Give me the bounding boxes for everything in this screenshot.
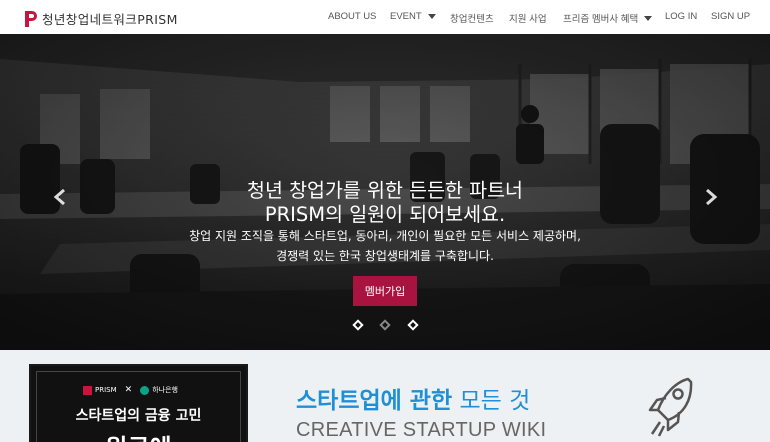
wiki-heading: 스타트업에 관한 모든 것	[296, 381, 530, 415]
nav-label: LOG IN	[665, 11, 698, 22]
wiki-heading-rest: 모든 것	[452, 388, 531, 414]
nav-support[interactable]: 지원 사업	[509, 11, 547, 25]
wiki-heading-highlight: 스타트업에 관한	[296, 388, 453, 414]
nav-login[interactable]: LOG IN	[665, 11, 697, 22]
prism-logo-icon	[25, 10, 37, 27]
partner-logo-prism: PRISM	[95, 386, 117, 394]
rocket-icon	[648, 377, 693, 437]
hana-bank-logo-icon	[140, 385, 150, 395]
hero-slider: 청년 창업가를 위한 든든한 파트너 PRISM의 일원이 되어보세요. 창업 …	[0, 34, 770, 350]
member-signup-button[interactable]: 멤버가입	[353, 276, 417, 306]
nav-startup-content[interactable]: 창업컨텐츠	[450, 11, 494, 25]
partner-logo-hana: 하나은행	[152, 386, 178, 394]
prism-logo-icon	[83, 385, 92, 395]
hero-title-line2: PRISM의 일원이 되어보세요.	[264, 203, 506, 226]
site-logo[interactable]: 청년창업네트워크PRISM	[25, 9, 178, 28]
partner-logos: PRISM ✕ 하나은행	[83, 385, 178, 395]
hero-description-line1: 창업 지원 조직을 통해 스타트업, 동아리, 개인이 필요한 모든 서비스 제…	[189, 229, 581, 243]
promo-title: 스타트업의 금융 고민	[75, 408, 202, 424]
site-header: 청년창업네트워크PRISM ABOUT US EVENT 창업컨텐츠 지원 사업…	[0, 0, 770, 34]
nav-label: 창업컨텐츠	[450, 14, 494, 25]
nav-label: EVENT	[390, 11, 422, 22]
nav-event[interactable]: EVENT	[390, 11, 436, 22]
nav-about-us[interactable]: ABOUT US	[328, 11, 376, 22]
promo-banner[interactable]: PRISM ✕ 하나은행 스타트업의 금융 고민 원큐에	[29, 364, 248, 442]
nav-label: 지원 사업	[509, 14, 547, 25]
collaboration-x-icon: ✕	[124, 385, 133, 395]
nav-label: SIGN UP	[711, 11, 751, 22]
logo-text: 청년창업네트워크PRISM	[42, 12, 178, 27]
chevron-down-icon	[644, 15, 653, 21]
nav-label: ABOUT US	[328, 11, 377, 22]
nav-member-benefits[interactable]: 프리즘 멤버사 혜택	[563, 11, 653, 25]
nav-label: 프리즘 멤버사 혜택	[563, 14, 639, 25]
content-section: PRISM ✕ 하나은행 스타트업의 금융 고민 원큐에 스타트업에 관한 모든…	[0, 350, 770, 442]
wiki-subtitle: CREATIVE STARTUP WIKI	[296, 419, 547, 441]
nav-signup[interactable]: SIGN UP	[711, 11, 750, 22]
hero-description-line2: 경쟁력 있는 한국 창업생태계를 구축합니다.	[276, 249, 494, 263]
promo-big-text: 원큐에	[31, 428, 246, 442]
chevron-down-icon	[427, 14, 436, 19]
